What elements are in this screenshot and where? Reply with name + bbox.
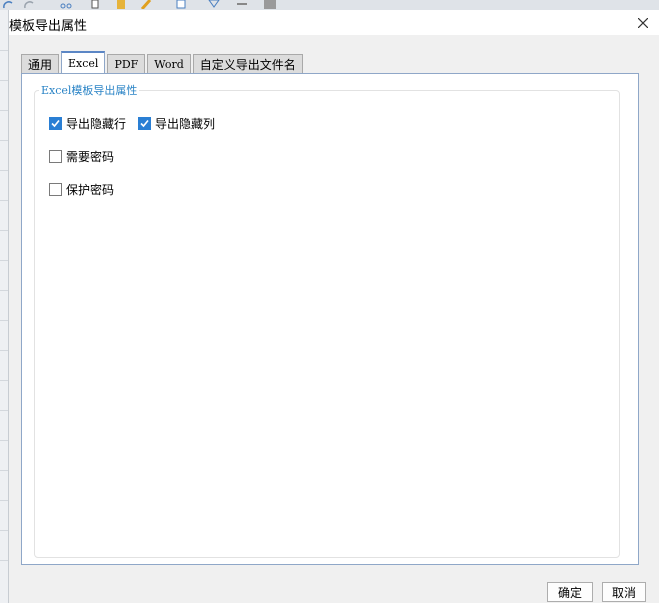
- format-icon: [176, 0, 186, 9]
- tab-excel[interactable]: Excel: [61, 51, 106, 74]
- option-export-hidden-rows[interactable]: 导出隐藏行: [49, 115, 126, 132]
- cancel-button[interactable]: 取消: [602, 582, 646, 602]
- dialog-title: 模板导出属性: [9, 19, 88, 34]
- checkmark-icon: [51, 119, 60, 128]
- tab-bar: 通用 Excel PDF Word 自定义导出文件名: [21, 51, 305, 74]
- redo-icon: [24, 1, 34, 9]
- copy-icon: [91, 0, 99, 9]
- filter-icon: [208, 0, 220, 8]
- option-require-password[interactable]: 需要密码: [49, 148, 114, 165]
- group-title: Excel模板导出属性: [39, 82, 140, 98]
- protect-password-checkbox[interactable]: [49, 183, 62, 196]
- excel-export-group: Excel模板导出属性 导出隐藏行 导出隐藏列 需要密码 保护密码: [34, 82, 620, 558]
- tab-general[interactable]: 通用: [21, 54, 60, 73]
- link-icon: [237, 3, 247, 5]
- export-hidden-rows-checkbox[interactable]: [49, 117, 62, 130]
- tab-custom-filename[interactable]: 自定义导出文件名: [192, 54, 303, 73]
- paste-icon: [117, 0, 125, 9]
- protect-password-label: 保护密码: [66, 183, 115, 197]
- require-password-checkbox[interactable]: [49, 150, 62, 163]
- cut-icon: [60, 3, 72, 9]
- export-properties-dialog: 模板导出属性 通用 Excel PDF Word 自定义导出文件名 Excel模…: [9, 10, 659, 603]
- scrollbar-icon: [264, 0, 276, 9]
- tab-word[interactable]: Word: [147, 54, 191, 73]
- tab-pdf[interactable]: PDF: [107, 54, 146, 73]
- refresh-icon: [3, 1, 13, 9]
- ok-button[interactable]: 确定: [547, 582, 593, 602]
- export-hidden-cols-label: 导出隐藏列: [155, 117, 216, 131]
- close-button[interactable]: [633, 13, 653, 33]
- export-hidden-cols-checkbox[interactable]: [138, 117, 151, 130]
- option-protect-password[interactable]: 保护密码: [49, 181, 114, 198]
- checkmark-icon: [140, 119, 149, 128]
- dialog-titlebar[interactable]: 模板导出属性: [9, 10, 659, 35]
- brush-icon: [140, 0, 152, 9]
- background-sheet-edge: [0, 10, 9, 603]
- option-export-hidden-cols[interactable]: 导出隐藏列: [138, 115, 215, 132]
- excel-tab-page: Excel模板导出属性 导出隐藏行 导出隐藏列 需要密码 保护密码: [21, 73, 639, 565]
- close-icon: [638, 18, 648, 28]
- dialog-body: 通用 Excel PDF Word 自定义导出文件名 Excel模板导出属性 导…: [9, 35, 659, 603]
- export-hidden-rows-label: 导出隐藏行: [66, 117, 127, 131]
- require-password-label: 需要密码: [66, 150, 115, 164]
